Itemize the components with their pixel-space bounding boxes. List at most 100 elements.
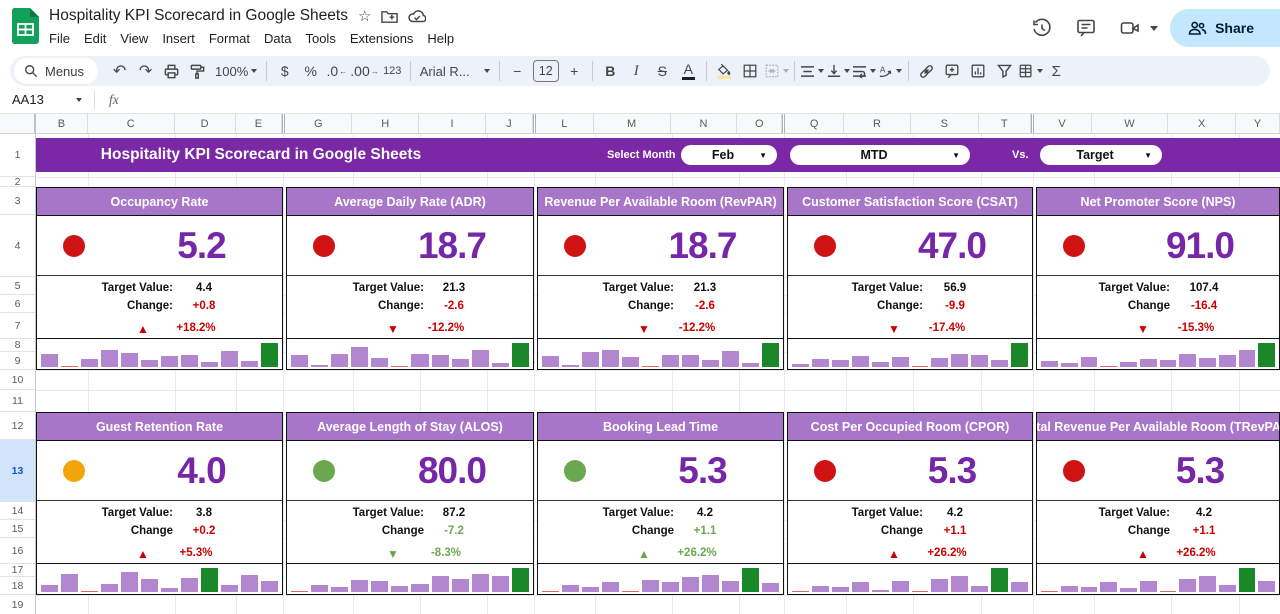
videocam-icon[interactable]: [1110, 8, 1150, 48]
row-header-12[interactable]: 12: [0, 412, 35, 440]
functions-button[interactable]: Σ: [1044, 59, 1069, 83]
share-button[interactable]: Share: [1170, 9, 1280, 47]
compare-dropdown[interactable]: Target ▼: [1040, 145, 1162, 165]
currency-button[interactable]: $: [272, 59, 297, 83]
insert-link-button[interactable]: [914, 59, 939, 83]
column-header-G[interactable]: G: [285, 114, 352, 133]
column-header-L[interactable]: L: [536, 114, 594, 133]
document-title[interactable]: Hospitality KPI Scorecard in Google Shee…: [49, 7, 348, 25]
sparkline-chart: [788, 339, 1032, 369]
column-header-R[interactable]: R: [844, 114, 911, 133]
star-icon[interactable]: ☆: [358, 9, 371, 24]
insert-chart-button[interactable]: [966, 59, 991, 83]
redo-button[interactable]: ↷: [133, 59, 158, 83]
menu-help[interactable]: Help: [420, 29, 461, 48]
row-header-7[interactable]: 7: [0, 313, 35, 339]
name-box[interactable]: AA13: [0, 92, 88, 107]
row-header-11[interactable]: 11: [0, 390, 35, 412]
version-history-icon[interactable]: [1022, 8, 1062, 48]
italic-button[interactable]: I: [624, 59, 649, 83]
menu-format[interactable]: Format: [202, 29, 257, 48]
column-header-N[interactable]: N: [671, 114, 738, 133]
column-header-D[interactable]: D: [175, 114, 236, 133]
row-header-19[interactable]: 19: [0, 595, 35, 614]
menus-search[interactable]: Menus: [14, 58, 98, 84]
row-header-3[interactable]: 3: [0, 187, 35, 215]
sparkline-chart: [287, 564, 533, 594]
column-header-E[interactable]: E: [236, 114, 283, 133]
menu-tools[interactable]: Tools: [298, 29, 342, 48]
column-header-O[interactable]: O: [737, 114, 782, 133]
comments-icon[interactable]: [1066, 8, 1106, 48]
filter-button[interactable]: [992, 59, 1017, 83]
horizontal-align-button[interactable]: [800, 59, 825, 83]
meet-caret-icon[interactable]: [1150, 26, 1158, 31]
increase-decimal-button[interactable]: .00→: [350, 59, 378, 83]
column-header-B[interactable]: B: [36, 114, 88, 133]
move-folder-icon[interactable]: [381, 9, 398, 24]
select-all-corner[interactable]: [0, 114, 36, 134]
menu-data[interactable]: Data: [257, 29, 298, 48]
bold-button[interactable]: B: [598, 59, 623, 83]
menu-extensions[interactable]: Extensions: [343, 29, 421, 48]
sheets-logo[interactable]: [12, 8, 39, 44]
table-views-button[interactable]: [1018, 59, 1043, 83]
kpi-value: 47.0: [918, 225, 986, 267]
column-header-H[interactable]: H: [352, 114, 419, 133]
column-header-X[interactable]: X: [1168, 114, 1236, 133]
row-header-6[interactable]: 6: [0, 295, 35, 313]
column-header-Y[interactable]: Y: [1236, 114, 1280, 133]
period-dropdown[interactable]: MTD ▼: [790, 145, 970, 165]
percent-button[interactable]: %: [298, 59, 323, 83]
decrease-decimal-button[interactable]: .0←: [324, 59, 349, 83]
print-button[interactable]: [159, 59, 184, 83]
text-color-button[interactable]: A: [676, 59, 701, 83]
menu-insert[interactable]: Insert: [155, 29, 202, 48]
row-header-5[interactable]: 5: [0, 277, 35, 295]
text-wrap-button[interactable]: [852, 59, 877, 83]
column-header-J[interactable]: J: [486, 114, 533, 133]
column-header-I[interactable]: I: [419, 114, 486, 133]
text-rotation-button[interactable]: A: [878, 59, 903, 83]
font-size-input[interactable]: 12: [533, 60, 559, 82]
decrease-font-button[interactable]: −: [505, 59, 530, 83]
column-header-V[interactable]: V: [1034, 114, 1092, 133]
row-header-4[interactable]: 4: [0, 215, 35, 277]
increase-font-button[interactable]: +: [562, 59, 587, 83]
font-select[interactable]: Arial R...: [416, 64, 494, 79]
formula-input[interactable]: fx: [101, 92, 119, 108]
column-header-C[interactable]: C: [88, 114, 175, 133]
column-header-Q[interactable]: Q: [785, 114, 844, 133]
vertical-align-button[interactable]: [826, 59, 851, 83]
undo-button[interactable]: ↶: [107, 59, 132, 83]
row-header-10[interactable]: 10: [0, 370, 35, 390]
row-header-8[interactable]: 8: [0, 339, 35, 352]
borders-button[interactable]: [738, 59, 763, 83]
row-header-9[interactable]: 9: [0, 352, 35, 370]
row-header-16[interactable]: 16: [0, 538, 35, 564]
fill-color-button[interactable]: [712, 59, 737, 83]
menu-file[interactable]: File: [42, 29, 77, 48]
row-header-15[interactable]: 15: [0, 520, 35, 538]
meet-button[interactable]: [1110, 8, 1158, 48]
column-header-T[interactable]: T: [979, 114, 1031, 133]
column-header-W[interactable]: W: [1092, 114, 1169, 133]
zoom-control[interactable]: 100%: [211, 64, 261, 79]
column-header-S[interactable]: S: [911, 114, 979, 133]
paint-format-button[interactable]: [185, 59, 210, 83]
menu-edit[interactable]: Edit: [77, 29, 113, 48]
column-header-M[interactable]: M: [594, 114, 671, 133]
cloud-status-icon[interactable]: [408, 9, 426, 23]
month-dropdown[interactable]: Feb ▼: [681, 145, 777, 165]
more-formats-button[interactable]: 123: [380, 59, 405, 83]
row-header-18[interactable]: 18: [0, 577, 35, 595]
insert-comment-button[interactable]: [940, 59, 965, 83]
strikethrough-button[interactable]: S: [650, 59, 675, 83]
menu-view[interactable]: View: [113, 29, 155, 48]
trend-arrow-icon: ▲: [1137, 547, 1149, 561]
row-header-1[interactable]: 1: [0, 134, 35, 177]
row-header-14[interactable]: 14: [0, 502, 35, 520]
row-header-17[interactable]: 17: [0, 564, 35, 577]
row-header-13[interactable]: 13: [0, 440, 35, 502]
row-header-2[interactable]: 2: [0, 177, 35, 187]
